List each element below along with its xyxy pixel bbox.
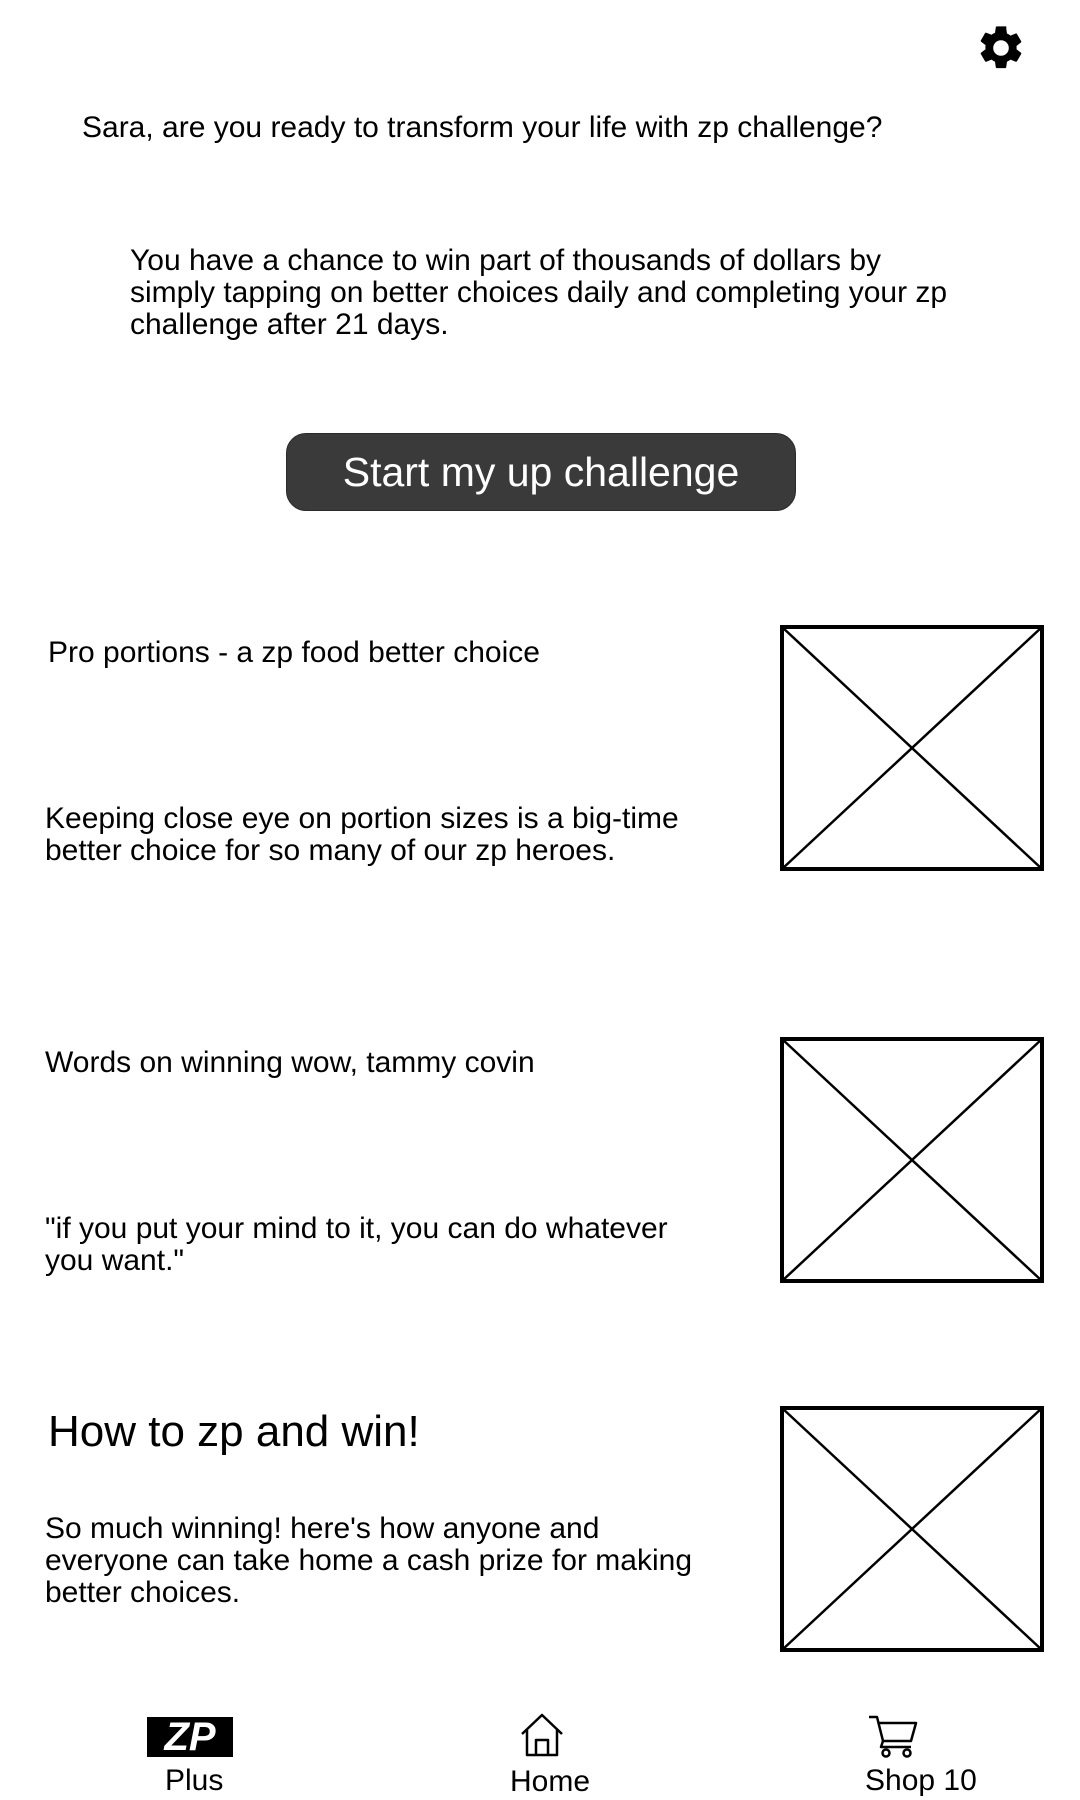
image-placeholder[interactable] (780, 1037, 1044, 1283)
home-icon (521, 1713, 563, 1757)
nav-label: Shop 10 (865, 1764, 977, 1797)
zp-logo-icon: ZP (147, 1715, 233, 1759)
card-title: Pro portions - a zp food better choice (48, 636, 540, 669)
greeting-text: Sara, are you ready to transform your li… (82, 111, 883, 144)
nav-shop[interactable]: Shop 10 (860, 1710, 1000, 1800)
card-title: Words on winning wow, tammy covin (45, 1046, 535, 1079)
image-placeholder[interactable] (780, 1406, 1044, 1652)
nav-home[interactable]: Home (500, 1710, 610, 1800)
start-challenge-button[interactable]: Start my up challenge (286, 433, 796, 511)
card-heading: How to zp and win! (48, 1407, 420, 1456)
image-placeholder-icon (780, 625, 1044, 871)
zp-logo-text: ZP (163, 1715, 215, 1759)
image-placeholder-icon (780, 1037, 1044, 1283)
nav-label: Home (510, 1765, 591, 1798)
gear-icon (980, 26, 1022, 69)
image-placeholder[interactable] (780, 625, 1044, 871)
card-body: "if you put your mind to it, you can do … (45, 1212, 668, 1277)
settings-button[interactable] (975, 22, 1027, 74)
intro-text: You have a chance to win part of thousan… (130, 244, 948, 341)
nav-plus[interactable]: ZP Plus (130, 1710, 260, 1800)
card-body: Keeping close eye on portion sizes is a … (45, 802, 679, 867)
image-placeholder-icon (780, 1406, 1044, 1652)
nav-label: Plus (165, 1764, 224, 1797)
card-body: So much winning! here's how anyone and e… (45, 1512, 693, 1609)
cart-icon (869, 1715, 918, 1758)
